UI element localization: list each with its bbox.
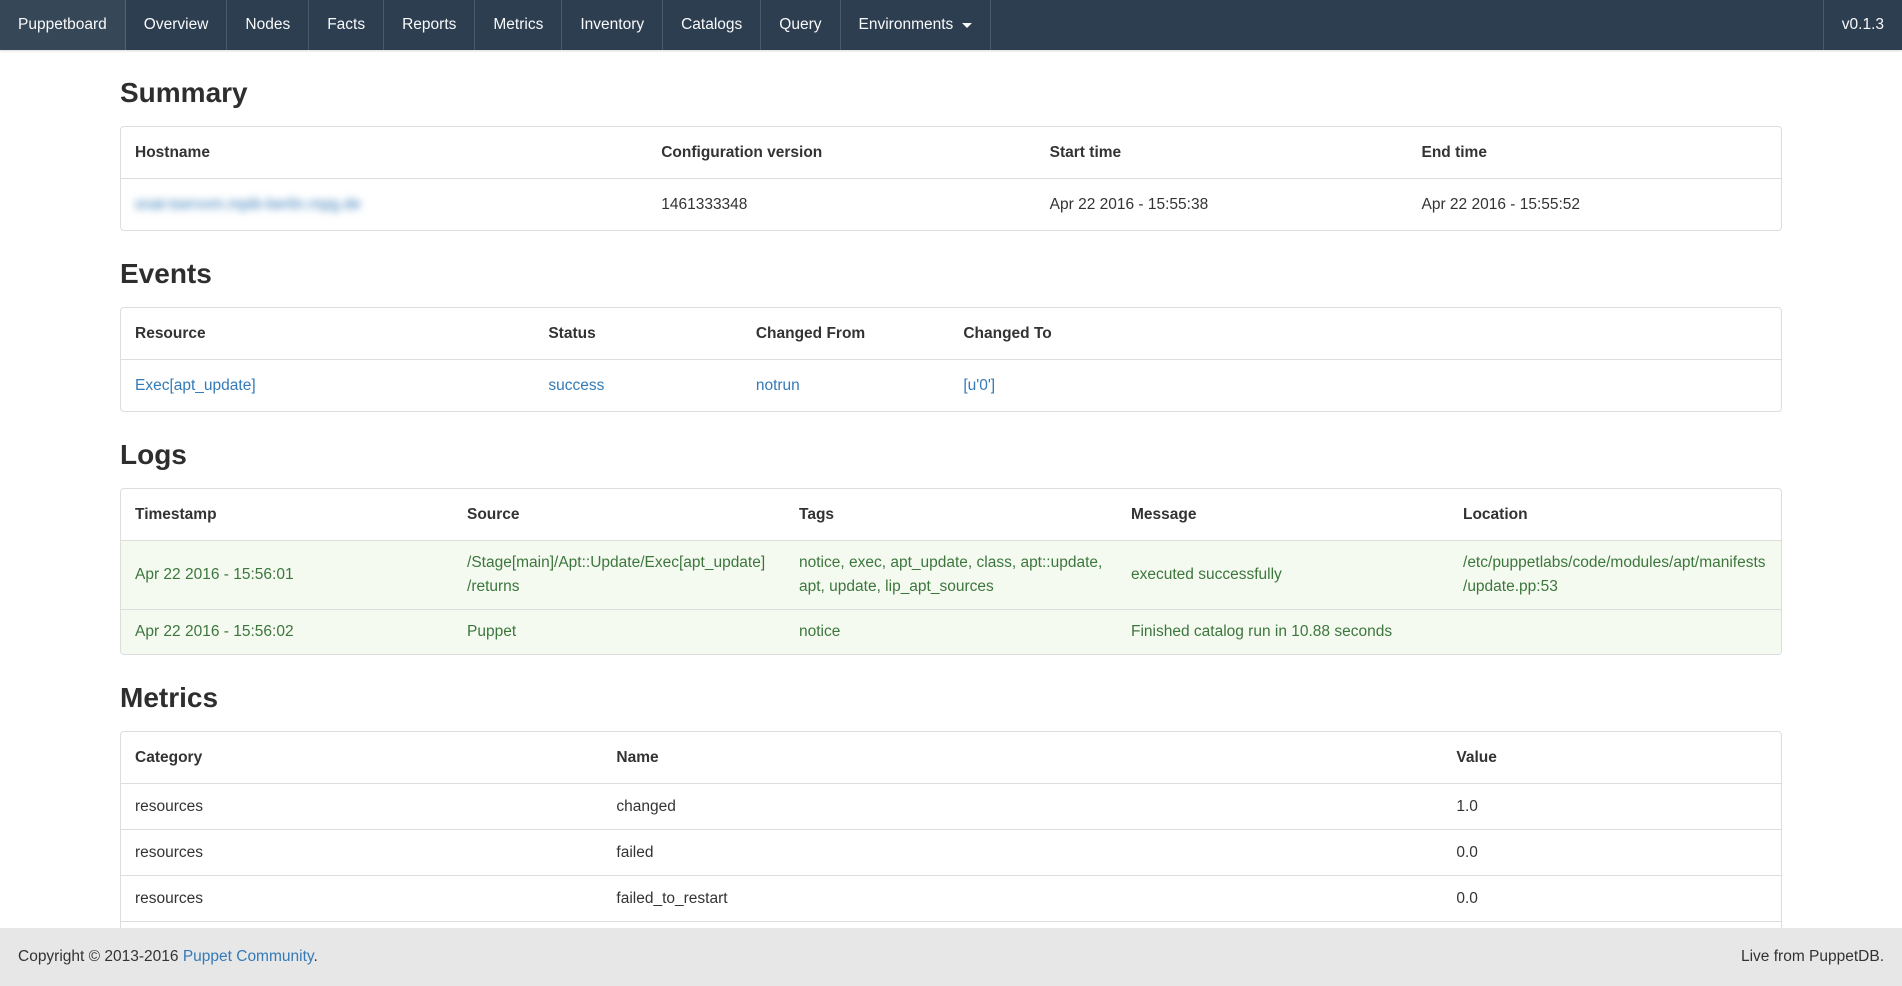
start-time-value: Apr 22 2016 - 15:55:38	[1036, 179, 1408, 231]
metric-value: 0.0	[1442, 876, 1781, 922]
summary-header-row: Hostname Configuration version Start tim…	[121, 127, 1781, 179]
puppet-community-link[interactable]: Puppet Community	[183, 948, 314, 965]
main-content: Summary Hostname Configuration version S…	[120, 76, 1782, 957]
summary-col-start-time: Start time	[1036, 127, 1408, 179]
events-col-changed-to: Changed To	[949, 308, 1781, 360]
nav-dropdown-environments[interactable]: Environments	[841, 0, 992, 50]
configuration-version-value: 1461333348	[647, 179, 1035, 231]
logs-table-panel: Timestamp Source Tags Message Location A…	[120, 488, 1782, 655]
nav-item-metrics[interactable]: Metrics	[475, 0, 562, 50]
nav-item-reports[interactable]: Reports	[384, 0, 475, 50]
copyright-suffix: .	[313, 948, 317, 965]
metric-name: failed	[602, 830, 1442, 876]
metrics-table-panel: Category Name Value resources changed 1.…	[120, 731, 1782, 957]
page-footer: Copyright © 2013-2016 Puppet Community. …	[0, 928, 1902, 986]
metric-row: resources failed 0.0	[121, 830, 1781, 876]
events-heading: Events	[120, 257, 1782, 291]
metric-row: resources changed 1.0	[121, 784, 1781, 830]
end-time-value: Apr 22 2016 - 15:55:52	[1407, 179, 1781, 231]
copyright-prefix: Copyright © 2013-2016	[18, 948, 183, 965]
metric-value: 1.0	[1442, 784, 1781, 830]
metrics-heading: Metrics	[120, 681, 1782, 715]
log-timestamp: Apr 22 2016 - 15:56:01	[121, 541, 453, 610]
metric-name: failed_to_restart	[602, 876, 1442, 922]
logs-col-message: Message	[1117, 489, 1449, 541]
log-tags: notice, exec, apt_update, class, apt::up…	[785, 541, 1117, 610]
nav-item-nodes[interactable]: Nodes	[227, 0, 309, 50]
event-row: Exec[apt_update] success notrun [u'0']	[121, 360, 1781, 412]
events-header-row: Resource Status Changed From Changed To	[121, 308, 1781, 360]
metric-row: resources failed_to_restart 0.0	[121, 876, 1781, 922]
summary-row: snat-tservvm.mpib-berlin.mpg.de 14613333…	[121, 179, 1781, 231]
logs-table: Timestamp Source Tags Message Location A…	[121, 489, 1781, 654]
metric-category: resources	[121, 784, 602, 830]
events-table: Resource Status Changed From Changed To …	[121, 308, 1781, 411]
summary-table: Hostname Configuration version Start tim…	[121, 127, 1781, 230]
logs-col-location: Location	[1449, 489, 1781, 541]
puppetdb-status-text: Live from PuppetDB.	[1741, 948, 1884, 966]
environments-label: Environments	[859, 16, 954, 34]
event-changed-from-link[interactable]: notrun	[756, 377, 800, 394]
metrics-col-category: Category	[121, 732, 602, 784]
log-source: Puppet	[453, 610, 785, 655]
metric-category: resources	[121, 830, 602, 876]
log-row: Apr 22 2016 - 15:56:02 Puppet notice Fin…	[121, 610, 1781, 655]
hostname-link-redacted[interactable]: snat-tservvm.mpib-berlin.mpg.de	[135, 196, 361, 213]
nav-item-query[interactable]: Query	[761, 0, 840, 50]
events-col-status: Status	[534, 308, 742, 360]
log-row: Apr 22 2016 - 15:56:01 /Stage[main]/Apt:…	[121, 541, 1781, 610]
navbar-brand-puppetboard[interactable]: Puppetboard	[0, 0, 126, 50]
log-message: executed successfully	[1117, 541, 1449, 610]
summary-col-end-time: End time	[1407, 127, 1781, 179]
log-source: /Stage[main]/Apt::Update/Exec[apt_update…	[453, 541, 785, 610]
metrics-col-name: Name	[602, 732, 1442, 784]
log-message: Finished catalog run in 10.88 seconds	[1117, 610, 1449, 655]
logs-header-row: Timestamp Source Tags Message Location	[121, 489, 1781, 541]
navbar-left-group: Puppetboard Overview Nodes Facts Reports…	[0, 0, 991, 50]
events-table-panel: Resource Status Changed From Changed To …	[120, 307, 1782, 412]
summary-table-panel: Hostname Configuration version Start tim…	[120, 126, 1782, 231]
nav-item-overview[interactable]: Overview	[126, 0, 228, 50]
metrics-col-value: Value	[1442, 732, 1781, 784]
nav-item-catalogs[interactable]: Catalogs	[663, 0, 761, 50]
log-location: /etc/puppetlabs/code/modules/apt/manifes…	[1449, 541, 1781, 610]
event-status-link[interactable]: success	[548, 377, 604, 394]
app-version-badge: v0.1.3	[1823, 0, 1902, 50]
nav-item-inventory[interactable]: Inventory	[562, 0, 663, 50]
logs-heading: Logs	[120, 438, 1782, 472]
events-col-changed-from: Changed From	[742, 308, 950, 360]
chevron-down-icon	[962, 23, 972, 28]
nav-item-facts[interactable]: Facts	[309, 0, 384, 50]
summary-col-hostname: Hostname	[121, 127, 647, 179]
copyright-text: Copyright © 2013-2016 Puppet Community.	[18, 948, 318, 966]
events-col-resource: Resource	[121, 308, 534, 360]
event-changed-to-link[interactable]: [u'0']	[963, 377, 995, 394]
event-resource-link[interactable]: Exec[apt_update]	[135, 377, 256, 394]
log-tags: notice	[785, 610, 1117, 655]
metrics-table: Category Name Value resources changed 1.…	[121, 732, 1781, 956]
logs-col-source: Source	[453, 489, 785, 541]
logs-col-timestamp: Timestamp	[121, 489, 453, 541]
log-location	[1449, 610, 1781, 655]
metric-category: resources	[121, 876, 602, 922]
log-timestamp: Apr 22 2016 - 15:56:02	[121, 610, 453, 655]
metrics-header-row: Category Name Value	[121, 732, 1781, 784]
metric-name: changed	[602, 784, 1442, 830]
top-navbar: Puppetboard Overview Nodes Facts Reports…	[0, 0, 1902, 50]
summary-col-configuration-version: Configuration version	[647, 127, 1035, 179]
logs-col-tags: Tags	[785, 489, 1117, 541]
metric-value: 0.0	[1442, 830, 1781, 876]
summary-heading: Summary	[120, 76, 1782, 110]
